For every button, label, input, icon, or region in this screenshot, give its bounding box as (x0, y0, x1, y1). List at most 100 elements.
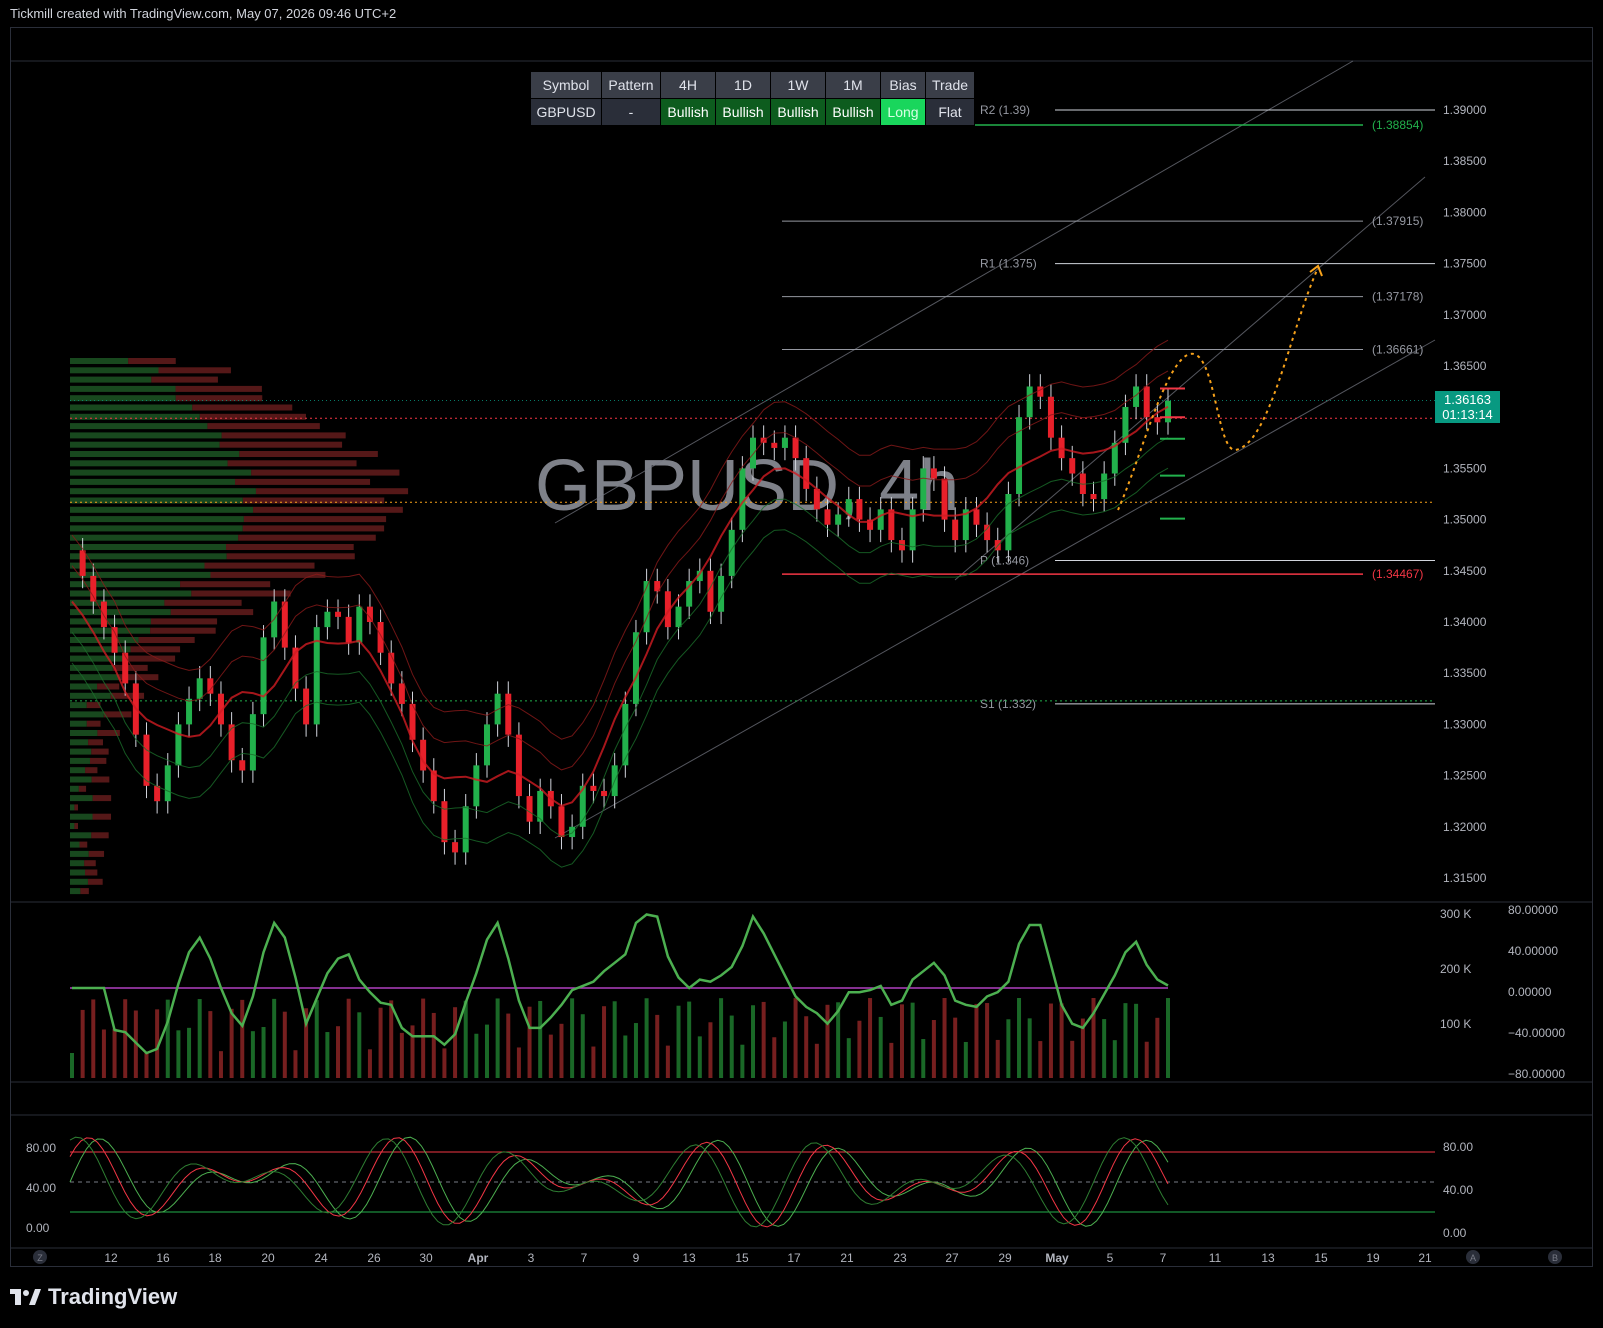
volume-bar (570, 998, 575, 1078)
time-axis-tick: 29 (998, 1251, 1012, 1265)
time-axis-tick: 23 (893, 1251, 907, 1265)
candle-body (792, 437, 799, 459)
volume-bar (463, 1000, 468, 1078)
time-axis-tick: 18 (208, 1251, 222, 1265)
symbol-watermark: GBPUSD, 4h (535, 446, 959, 526)
candle-body (750, 437, 757, 469)
price-axis-tick: 1.32000 (1443, 820, 1487, 834)
volume-profile-bar-down (207, 423, 320, 430)
candle-body (1026, 386, 1033, 418)
volume-bar (538, 1000, 543, 1078)
volume-profile-bar-down (150, 618, 218, 625)
volume-bar (293, 1050, 298, 1078)
volume-bar (1123, 1003, 1128, 1078)
volume-profile-bar-up (70, 804, 75, 811)
volume-bar (868, 998, 873, 1078)
volume-bar (899, 1004, 904, 1078)
volume-bar (1134, 1003, 1139, 1078)
volume-profile-bar-down (226, 544, 354, 550)
volume-bar (1027, 1018, 1032, 1078)
price-axis-tick: 1.35000 (1443, 513, 1487, 527)
candle-body (388, 652, 395, 684)
volume-bar (442, 1048, 447, 1078)
volume-bar (708, 1022, 713, 1078)
header-symbol: Symbol (530, 71, 602, 99)
volume-bar (889, 1042, 894, 1078)
stochastic-slow-line (69, 1136, 1169, 1228)
volume-profile-bar-up (70, 376, 152, 383)
time-axis-tick: Apr (468, 1251, 489, 1265)
volume-profile-bar-down (253, 506, 403, 513)
candle-body (239, 760, 246, 771)
volume-profile-bar-up (70, 730, 98, 736)
volume-profile-bar-down (192, 404, 293, 411)
volume-profile-bar-up (70, 711, 104, 718)
cell-symbol: GBPUSD (530, 98, 602, 126)
volume-bar (942, 998, 947, 1078)
candle-body (632, 632, 639, 704)
volume-profile-bar-up (70, 748, 92, 755)
volume-profile-bar-down (74, 823, 78, 829)
candle-body (505, 693, 512, 735)
volume-bar (921, 1039, 926, 1078)
volume-bar (165, 999, 170, 1078)
candle-body (781, 437, 788, 448)
volume-profile-bar-down (239, 451, 378, 457)
time-axis-tick: 13 (1261, 1251, 1275, 1265)
volume-profile-bar-down (138, 637, 195, 643)
volume-bar (719, 998, 724, 1078)
volume-bar (484, 1024, 489, 1078)
candle-body (984, 524, 991, 541)
volume-bar (250, 1031, 255, 1078)
volume-bar (144, 1052, 149, 1078)
time-axis-tick: 24 (314, 1251, 328, 1265)
volume-profile-bar-down (158, 367, 231, 374)
volume-bar (399, 1032, 404, 1078)
volume-profile-bar-up (70, 618, 151, 625)
volume-profile-bar-down (242, 525, 385, 532)
volume-bar (633, 1023, 638, 1078)
header-1w: 1W (770, 71, 826, 99)
current-price-value: 1.36163 (1444, 392, 1491, 407)
price-axis-tick: 1.39000 (1443, 103, 1487, 117)
candle-body (675, 606, 682, 628)
candle-body (196, 678, 203, 699)
candle-body (622, 703, 629, 766)
candle-body (952, 519, 959, 541)
volume-profile-bar-up (70, 757, 90, 764)
volume-bar (580, 1014, 585, 1078)
candle-body (1165, 400, 1171, 423)
volume-bar (1038, 1041, 1043, 1078)
price-axis-tick: 1.37000 (1443, 308, 1487, 322)
volume-profile-bar-up (70, 432, 222, 439)
volume-profile-bar-up (70, 599, 165, 606)
volume-profile-bar-down (127, 655, 176, 662)
volume-profile-bar-down (112, 664, 148, 671)
volume-profile-bar-up (70, 367, 159, 374)
volume-bar (612, 1001, 617, 1078)
cell-pattern: - (601, 98, 661, 126)
volume-profile-bar-up (70, 878, 88, 885)
candle-body (186, 698, 193, 725)
time-axis-tick: 27 (945, 1251, 959, 1265)
stochastic-left-tick: 40.00 (26, 1181, 56, 1195)
volume-profile-bar-up (70, 795, 93, 802)
price-axis-tick: 1.32500 (1443, 769, 1487, 783)
volume-axis-tick: 200 K (1440, 962, 1471, 976)
candle-body (111, 627, 118, 653)
volume-profile-bar-down (226, 553, 355, 560)
stochastic-right-tick: 80.00 (1443, 1140, 1473, 1154)
tradingview-footer[interactable]: TradingView (10, 1284, 177, 1310)
chart-canvas[interactable]: GBPUSD, 4h R2 (1.39) (1.38854) (1.37915) R1 … (0, 0, 1603, 1328)
volume-bar (527, 1006, 532, 1078)
volume-bar (591, 1046, 596, 1078)
volume-bar (101, 1029, 106, 1078)
volume-profile-bar-down (80, 888, 89, 895)
cell-1m: Bullish (825, 98, 881, 126)
time-axis-tick: 16 (156, 1251, 170, 1265)
volume-bar (985, 1003, 990, 1078)
volume-bar (782, 1021, 787, 1078)
pivot-level-label: R1 (1.375) (980, 257, 1037, 271)
candle-body (420, 739, 427, 771)
volume-bar (357, 1012, 362, 1078)
